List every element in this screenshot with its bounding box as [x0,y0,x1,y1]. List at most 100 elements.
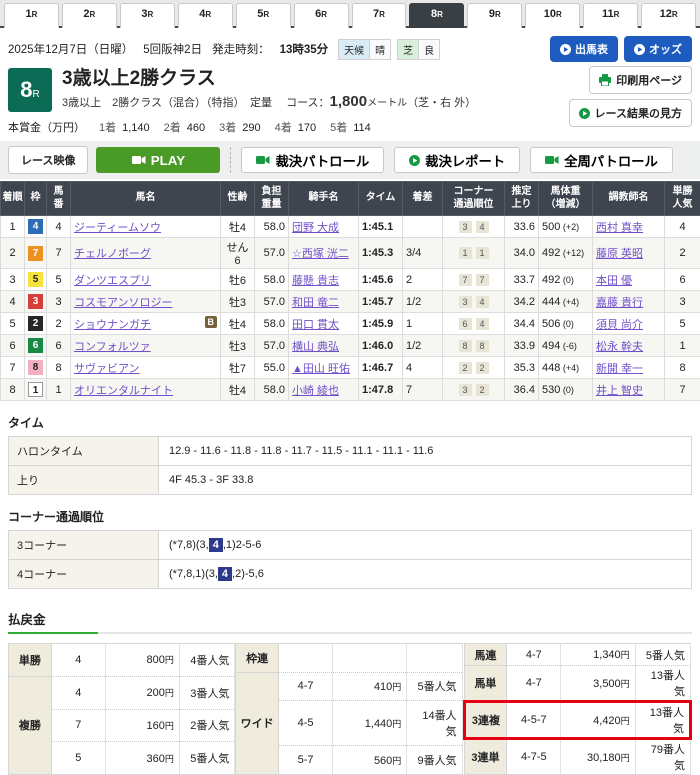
jockey-cell: ▲田山 旺佑 [289,357,359,379]
howto-read-button[interactable]: レース結果の見方 [569,99,692,127]
bet-type-label: 複勝 [9,676,52,774]
payout-amount: 1,440円 [333,701,407,746]
results-header-cell: 推定 上り [505,182,539,216]
odds-button[interactable]: オッズ [624,36,692,62]
trainer-link[interactable]: 松永 幹夫 [596,341,643,353]
play-button[interactable]: PLAY [96,147,220,173]
payout-amount: 200円 [105,676,179,709]
finish-position: 7 [1,357,25,379]
prize-amount: 460 [187,122,205,134]
horse-link[interactable]: ダンツエスプリ [74,275,151,287]
race-tab-suffix: R [556,10,562,19]
corner-position-box: 8 [459,340,472,352]
race-tab-5r[interactable]: 5R [236,3,291,28]
race-tab-9r[interactable]: 9R [467,3,522,28]
horse-link[interactable]: ショウナンガチ [74,319,151,331]
win-popularity: 8 [665,357,700,379]
race-tab-4r[interactable]: 4R [178,3,233,28]
horse-link[interactable]: コスモアンソロジー [74,297,173,309]
race-tab-3r[interactable]: 3R [120,3,175,28]
corner-position-box: 2 [476,384,489,396]
bet-type-label: 馬連 [464,644,507,666]
race-meeting: 5回阪神2日 [143,41,202,57]
entry-table-button[interactable]: 出馬表 [550,36,618,62]
last-up-label: 上り [9,466,159,495]
all-round-patrol-button[interactable]: 全周パトロール [530,147,673,173]
print-page-button[interactable]: 印刷用ページ [589,66,692,94]
race-tab-12r[interactable]: 12R [641,3,696,28]
payout-table-middle: 枠連ワイド4-7410円5番人気4-51,440円14番人気5-7560円9番人… [235,643,462,775]
horse-number: 2 [47,313,71,335]
horse-link[interactable]: コンフォルツァ [74,341,151,353]
race-tab-11r[interactable]: 11R [583,3,638,28]
finish-time: 1:45.7 [359,291,403,313]
video-bar: レース映像 PLAY 裁決パトロール 裁決レポート 全周パトロール [0,141,700,179]
payout-combination [278,644,332,673]
corner-order-section: コーナー通過順位 3コーナー (*7,8)(3,4,1)2-5-6 4コーナー … [8,508,692,589]
horse-link[interactable]: オリエンタルナイト [74,385,173,397]
trainer-cell: 藤原 英昭 [593,238,665,269]
win-popularity: 7 [665,379,700,401]
trainer-link[interactable]: 嘉藤 貴行 [596,297,643,309]
turf-label: 芝 [397,39,418,60]
payout-amount: 360円 [105,742,179,775]
horse-link[interactable]: ジーティームソウ [74,222,161,234]
trainer-link[interactable]: 西村 真幸 [596,222,643,234]
trainer-cell: 須貝 尚介 [593,313,665,335]
time-section: タイム ハロンタイム 12.9 - 11.6 - 11.8 - 11.8 - 1… [8,414,692,495]
stewards-report-button[interactable]: 裁決レポート [394,147,520,173]
jockey-link[interactable]: 団野 大成 [292,222,339,234]
jockey-link[interactable]: 田口 貫太 [292,319,339,331]
divider [8,632,692,634]
jockey-link[interactable]: 和田 竜二 [292,297,339,309]
yen-suffix: 円 [392,682,401,692]
horse-number: 6 [47,335,71,357]
results-header-cell: タイム [359,182,403,216]
payout-amount: 800円 [105,644,179,677]
body-weight-diff: (+2) [560,222,579,232]
trainer-link[interactable]: 須貝 尚介 [596,319,643,331]
stewards-patrol-button[interactable]: 裁決パトロール [241,147,384,173]
race-tab-1r[interactable]: 1R [4,3,59,28]
horse-link[interactable]: チェルノボーグ [74,248,151,260]
sex-age: 牡6 [221,269,255,291]
prize-place: 3着 [219,122,236,134]
jockey-link[interactable]: ☆西塚 洸二 [292,248,349,260]
body-weight: 448 (+4) [539,357,593,379]
finish-time: 1:45.1 [359,216,403,238]
race-tab-suffix: R [672,10,678,19]
race-tab-2r[interactable]: 2R [62,3,117,28]
race-tab-10r[interactable]: 10R [525,3,580,28]
trainer-link[interactable]: 本田 優 [596,275,632,287]
horse-link[interactable]: サヴァビアン [74,363,140,375]
prize-amount: 114 [353,122,371,134]
payout-combination: 4-7 [507,666,561,702]
race-tab-8r[interactable]: 8R [409,3,464,28]
result-row: 788サヴァビアン牡755.0▲田山 旺佑1:46.742235.3448 (+… [1,357,700,379]
jockey-link[interactable]: 横山 典弘 [292,341,339,353]
trainer-cell: 本田 優 [593,269,665,291]
trainer-link[interactable]: 新開 幸一 [596,363,643,375]
race-tab-suffix: R [437,10,443,19]
jockey-link[interactable]: 小崎 綾也 [292,385,339,397]
jockey-link[interactable]: 藤懸 貴志 [292,275,339,287]
finish-position: 2 [1,238,25,269]
results-header-cell: 騎手名 [289,182,359,216]
prize-label: 本賞金（万円） [8,119,85,135]
payout-popularity: 4番人気 [179,644,234,677]
course-note: （芝・右 外） [407,97,476,109]
frame-number: 3 [25,291,47,313]
last-3f: 34.2 [505,291,539,313]
race-tab-6r[interactable]: 6R [294,3,349,28]
all-round-patrol-label: 全周パトロール [564,151,658,170]
bet-type-label: 3連複 [464,702,507,739]
yen-suffix: 円 [392,719,401,729]
race-tab-7r[interactable]: 7R [352,3,407,28]
corner-positions: 11 [443,238,505,269]
jockey-link[interactable]: ▲田山 旺佑 [292,363,350,375]
trainer-link[interactable]: 藤原 英昭 [596,248,643,260]
payout-combination: 4 [51,676,105,709]
payout-popularity: 5番人気 [179,742,234,775]
trainer-link[interactable]: 井上 智史 [596,385,643,397]
race-number-badge: 8R [8,68,52,112]
